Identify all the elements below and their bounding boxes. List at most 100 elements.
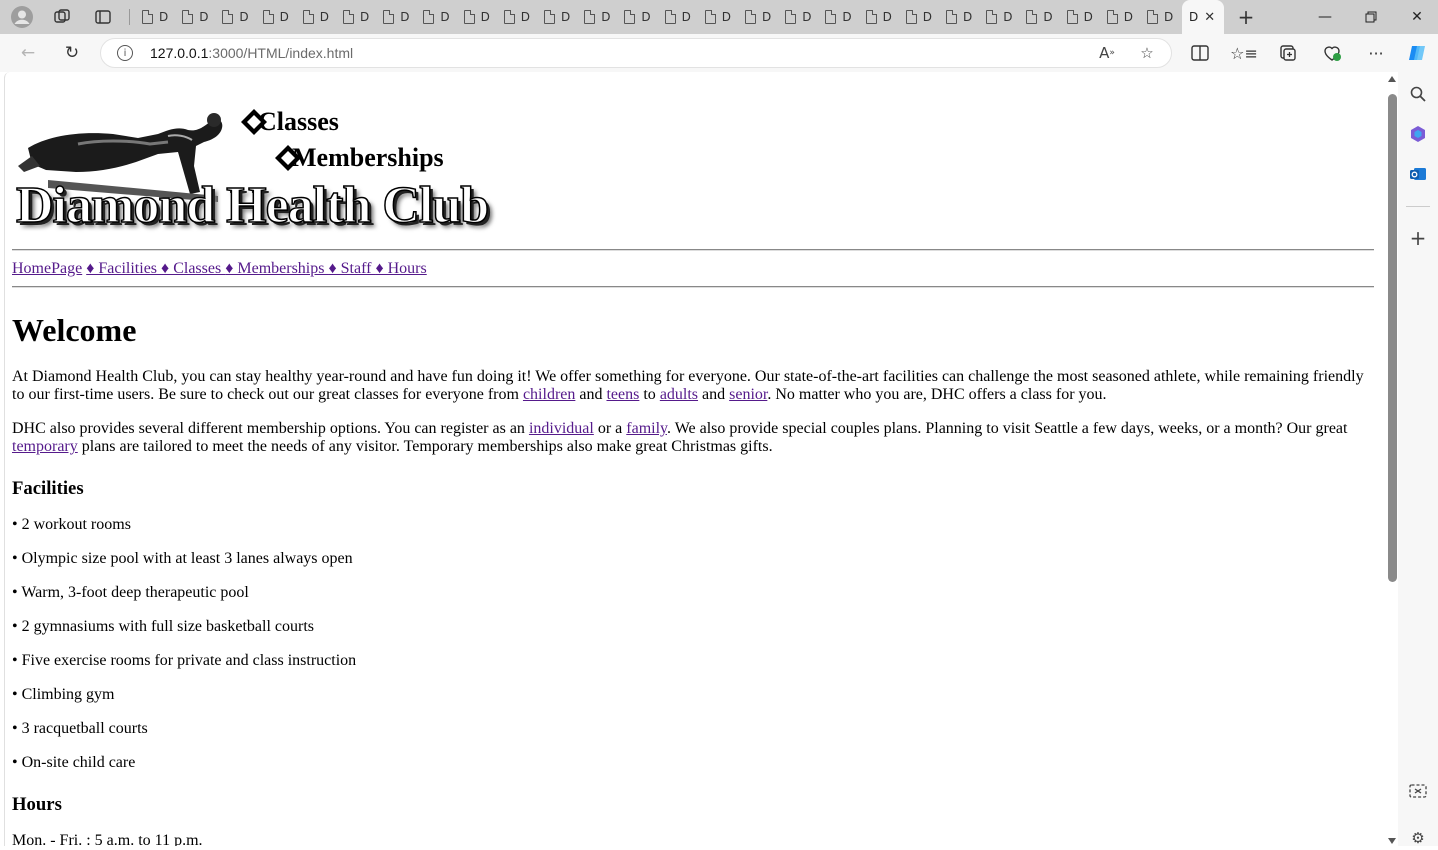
background-tab[interactable]: D: [496, 5, 536, 29]
background-tab[interactable]: D: [576, 5, 616, 29]
facilities-heading: Facilities: [12, 478, 84, 499]
site-info-icon[interactable]: i: [117, 45, 133, 61]
background-tab-label: D: [400, 10, 410, 24]
back-button[interactable]: ←: [16, 41, 40, 65]
page-content: Classes Memberships Diamond Health Club …: [12, 72, 1374, 846]
background-tab-label: D: [601, 10, 611, 24]
favorites-icon[interactable]: ☆≡: [1230, 41, 1258, 65]
tab-active-label: D: [1189, 10, 1199, 24]
background-tab[interactable]: D: [1139, 5, 1179, 29]
banner-memberships-link[interactable]: Memberships: [274, 138, 444, 173]
individual-link[interactable]: individual: [529, 420, 594, 437]
background-tab[interactable]: D: [817, 5, 857, 29]
more-menu-icon[interactable]: ···: [1364, 41, 1388, 65]
page-icon: [624, 10, 636, 24]
adults-link[interactable]: adults: [660, 386, 698, 403]
page-icon: [1106, 10, 1118, 24]
page-scrollbar[interactable]: [1385, 72, 1398, 846]
senior-link[interactable]: senior: [729, 386, 767, 403]
add-sidebar-app-icon[interactable]: +: [1406, 226, 1430, 250]
background-tab-label: D: [440, 10, 450, 24]
page-icon: [262, 10, 274, 24]
search-icon[interactable]: [1406, 82, 1430, 106]
background-tab-label: D: [199, 10, 209, 24]
background-tab[interactable]: D: [898, 5, 938, 29]
copilot-sidebar-icon[interactable]: [1406, 122, 1430, 146]
minimize-button[interactable]: —: [1302, 0, 1348, 34]
page-icon: [142, 10, 153, 24]
nav-memberships-link[interactable]: ♦ Memberships: [225, 260, 328, 277]
scroll-up-arrow[interactable]: [1388, 76, 1396, 82]
page-icon: [745, 10, 756, 24]
scroll-down-arrow[interactable]: [1388, 838, 1396, 844]
facility-item: • 3 racquetball courts: [12, 720, 148, 737]
refresh-button[interactable]: ↻: [60, 41, 84, 65]
background-tab[interactable]: D: [978, 5, 1018, 29]
background-tab[interactable]: D: [456, 5, 496, 29]
banner-classes-link[interactable]: Classes: [240, 102, 339, 137]
background-tab[interactable]: D: [536, 5, 576, 29]
new-tab-button[interactable]: +: [1234, 5, 1258, 29]
settings-gear-icon[interactable]: ⚙: [1406, 826, 1430, 850]
url-text[interactable]: 127.0.0.1:3000/HTML/index.html: [150, 45, 353, 61]
background-tab[interactable]: D: [1099, 5, 1139, 29]
read-aloud-icon[interactable]: A»: [1096, 42, 1118, 64]
profile-icon[interactable]: [10, 5, 34, 29]
restore-button[interactable]: [1348, 0, 1394, 34]
temporary-link[interactable]: temporary: [12, 438, 78, 455]
nav-facilities-link[interactable]: ♦ Facilities: [86, 260, 161, 277]
nav-hours-link[interactable]: ♦ Hours: [375, 260, 426, 277]
background-tab[interactable]: D: [657, 5, 697, 29]
facility-item: • Climbing gym: [12, 686, 115, 703]
page-icon: [222, 10, 234, 24]
nav-staff-link[interactable]: ♦ Staff: [328, 260, 375, 277]
nav-classes-link[interactable]: ♦ Classes: [161, 260, 225, 277]
background-tab[interactable]: D: [415, 5, 455, 29]
favorite-star-icon[interactable]: ☆: [1136, 42, 1158, 64]
background-tab[interactable]: D: [616, 5, 656, 29]
background-tab[interactable]: D: [134, 5, 174, 29]
split-screen-icon[interactable]: [1188, 41, 1212, 65]
tab-active[interactable]: D ✕: [1182, 0, 1224, 34]
hours-line: Mon. - Fri. : 5 a.m. to 11 p.m.: [12, 832, 203, 846]
background-tab[interactable]: D: [375, 5, 415, 29]
background-tab[interactable]: D: [295, 5, 335, 29]
welcome-heading: Welcome: [12, 312, 137, 348]
background-tab[interactable]: D: [255, 5, 295, 29]
address-bar[interactable]: i 127.0.0.1:3000/HTML/index.html A» ☆: [100, 38, 1172, 68]
background-tab[interactable]: D: [858, 5, 898, 29]
page-icon: [302, 10, 314, 24]
outlook-icon[interactable]: [1406, 162, 1430, 186]
background-tab[interactable]: D: [214, 5, 254, 29]
close-tab-icon[interactable]: ✕: [1204, 10, 1215, 25]
scroll-thumb[interactable]: [1388, 94, 1397, 582]
collections-icon[interactable]: [1276, 41, 1300, 65]
site-banner: Classes Memberships Diamond Health Club: [12, 84, 572, 249]
background-tab[interactable]: D: [777, 5, 817, 29]
background-tab[interactable]: D: [1018, 5, 1058, 29]
children-link[interactable]: children: [523, 386, 575, 403]
browser-essentials-icon[interactable]: [1320, 41, 1344, 65]
background-tab-label: D: [319, 10, 330, 24]
background-tab-label: D: [681, 10, 691, 24]
background-tab[interactable]: D: [1059, 5, 1099, 29]
background-tab[interactable]: D: [938, 5, 978, 29]
screenshot-icon[interactable]: [1406, 780, 1430, 804]
background-tab-label: D: [922, 10, 933, 24]
background-tab[interactable]: D: [174, 5, 214, 29]
tab-actions-icon[interactable]: [91, 5, 115, 29]
tab-strip: D D D D D D D D D D D D D D D D D D D D D D D D D D D ✕ + — ✕: [0, 0, 1438, 34]
copilot-icon[interactable]: [1405, 41, 1429, 65]
background-tab-label: D: [882, 10, 892, 24]
page-icon: [825, 10, 837, 24]
nav-homepage-link[interactable]: HomePage: [12, 260, 82, 277]
background-tab[interactable]: D: [737, 5, 777, 29]
family-link[interactable]: family: [626, 420, 667, 437]
background-tab[interactable]: D: [335, 5, 375, 29]
background-tab-label: D: [762, 10, 772, 24]
close-window-button[interactable]: ✕: [1394, 0, 1438, 34]
background-tab-label: D: [520, 10, 531, 24]
teens-link[interactable]: teens: [606, 386, 639, 403]
workspaces-icon[interactable]: [50, 5, 74, 29]
background-tab[interactable]: D: [697, 5, 737, 29]
